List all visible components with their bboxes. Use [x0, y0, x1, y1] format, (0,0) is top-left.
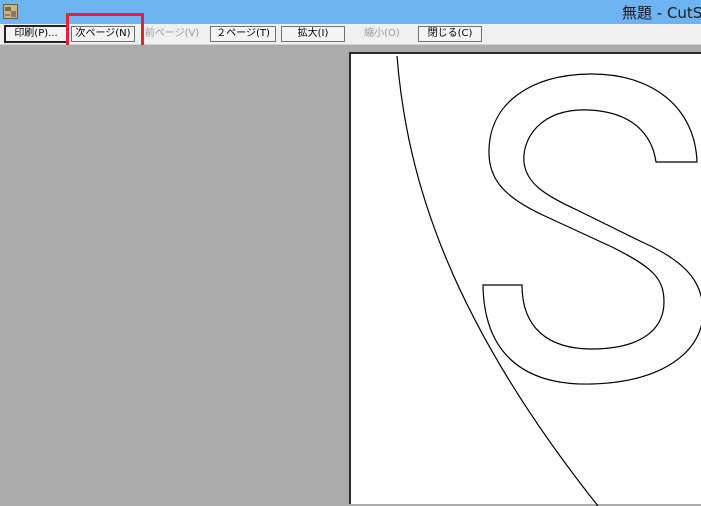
close-button[interactable]: 閉じる(C): [418, 26, 482, 42]
letter-s-outline: [482, 73, 701, 385]
two-page-button[interactable]: ２ページ(T): [210, 26, 276, 42]
prev-page-button: 前ページ(V): [144, 28, 200, 39]
print-button[interactable]: 印刷(P)...: [4, 25, 68, 43]
highlight-annotation: [66, 13, 144, 49]
arc-outline: [396, 55, 599, 506]
page-drawing: [396, 55, 701, 506]
zoom-out-button: 縮小(O): [364, 28, 400, 39]
app-icon[interactable]: [3, 4, 18, 19]
window-title: 無題 - CutS: [622, 4, 701, 22]
preview-page: [349, 52, 701, 506]
zoom-in-button[interactable]: 拡大(I): [281, 26, 345, 42]
